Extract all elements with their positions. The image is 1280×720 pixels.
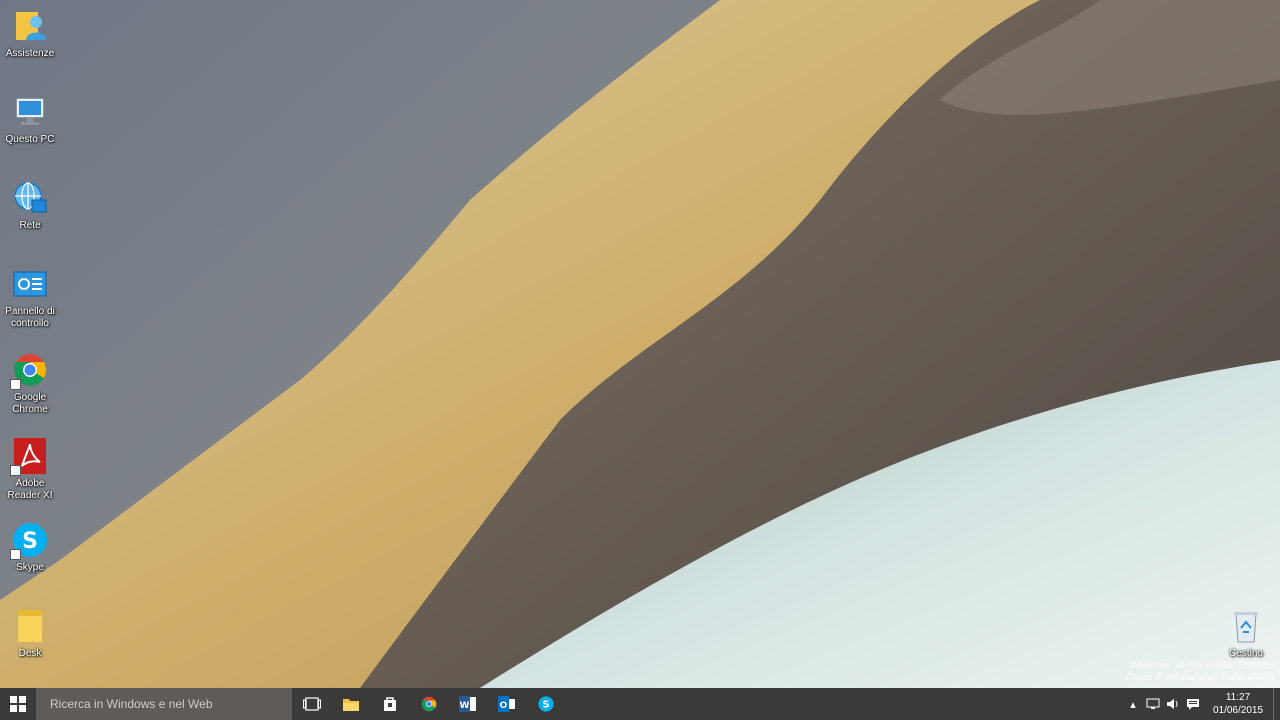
desktop-icon-questo-pc[interactable]: Questo PC bbox=[2, 88, 58, 146]
desktop-icon-google-chrome[interactable]: Google Chrome bbox=[2, 346, 58, 416]
desktop-icon-label: Adobe Reader XI bbox=[7, 478, 53, 501]
svg-text:O: O bbox=[499, 701, 507, 711]
skype-icon: S bbox=[537, 696, 554, 712]
desktop-icon-pannello-di-controllo[interactable]: Pannello di controllo bbox=[2, 260, 58, 330]
desktop-icon-label: Rete bbox=[19, 220, 41, 231]
folder-icon bbox=[10, 606, 50, 646]
skype-icon: S bbox=[10, 520, 50, 560]
search-input[interactable] bbox=[48, 696, 292, 712]
word-icon: W bbox=[458, 696, 476, 712]
recycle-bin-icon bbox=[1226, 606, 1266, 646]
speaker-icon bbox=[1167, 699, 1178, 709]
computer-icon bbox=[10, 92, 50, 132]
adobe-reader-icon bbox=[10, 436, 50, 476]
chrome-icon bbox=[421, 696, 436, 712]
chrome-button[interactable] bbox=[409, 688, 448, 720]
taskbar: W O S ▴ bbox=[0, 688, 1280, 720]
start-button[interactable] bbox=[0, 688, 36, 720]
svg-text:S: S bbox=[542, 700, 549, 711]
action-center-icon bbox=[1187, 699, 1199, 710]
watermark-line-2: Copia di valutazione. Build 10074 bbox=[1125, 672, 1274, 683]
clock[interactable]: 11:27 01/06/2015 bbox=[1207, 691, 1269, 717]
desktop-icon-label: Assistenze bbox=[5, 48, 55, 59]
desktop-icon-skype[interactable]: S Skype bbox=[2, 516, 58, 574]
network-status-icon bbox=[1146, 698, 1160, 709]
chevron-up-icon: ▴ bbox=[1130, 697, 1136, 711]
desktop-icon-label: Cestino bbox=[1229, 648, 1263, 659]
word-button[interactable]: W bbox=[448, 688, 487, 720]
svg-text:W: W bbox=[459, 701, 469, 711]
user-folder-icon bbox=[10, 6, 50, 46]
shortcut-arrow-icon bbox=[10, 549, 21, 560]
volume-tray-button[interactable] bbox=[1163, 688, 1183, 720]
task-view-button[interactable] bbox=[292, 688, 331, 720]
build-watermark: Windows 10 Pro Insider Preview Copia di … bbox=[1126, 660, 1274, 684]
store-button[interactable] bbox=[370, 688, 409, 720]
store-icon bbox=[383, 697, 396, 711]
clock-time: 11:27 bbox=[1225, 692, 1251, 703]
control-panel-icon bbox=[10, 264, 50, 304]
desktop-icon-rete[interactable]: Rete bbox=[2, 174, 58, 232]
desktop-icon-adobe-reader-xi[interactable]: Adobe Reader XI bbox=[2, 432, 58, 502]
desktop-icon-desk[interactable]: Desk bbox=[2, 602, 58, 660]
desktop-icon-assistenze[interactable]: Assistenze bbox=[2, 2, 58, 60]
outlook-icon: O bbox=[497, 696, 515, 712]
windows-logo-icon bbox=[10, 696, 26, 712]
svg-text:S: S bbox=[22, 529, 38, 554]
show-hidden-icons-button[interactable]: ▴ bbox=[1123, 688, 1143, 720]
desktop[interactable]: Assistenze Questo PC Rete Pannello di co… bbox=[0, 0, 1280, 688]
desktop-icon-label: Google Chrome bbox=[12, 392, 48, 415]
system-tray: ▴ 11:27 01/06/2015 bbox=[1123, 688, 1280, 720]
desktop-icon-label: Pannello di controllo bbox=[5, 306, 55, 329]
skype-button[interactable]: S bbox=[526, 688, 565, 720]
clock-date: 01/06/2015 bbox=[1212, 705, 1264, 716]
desktop-icon-label: Desk bbox=[18, 648, 42, 659]
desktop-icon-cestino[interactable]: Cestino bbox=[1218, 602, 1274, 660]
network-tray-button[interactable] bbox=[1143, 688, 1163, 720]
shortcut-arrow-icon bbox=[10, 379, 21, 390]
chrome-icon bbox=[10, 350, 50, 390]
network-icon bbox=[10, 178, 50, 218]
search-box[interactable] bbox=[36, 688, 292, 720]
wallpaper bbox=[0, 0, 1280, 688]
shortcut-arrow-icon bbox=[10, 465, 21, 476]
show-desktop-button[interactable] bbox=[1273, 688, 1280, 720]
notifications-tray-button[interactable] bbox=[1183, 688, 1203, 720]
watermark-line-1: Windows 10 Pro Insider Preview bbox=[1130, 660, 1274, 671]
desktop-icon-label: Skype bbox=[16, 562, 44, 573]
folder-icon bbox=[342, 699, 359, 711]
outlook-button[interactable]: O bbox=[487, 688, 526, 720]
desktop-icon-label: Questo PC bbox=[5, 134, 55, 145]
file-explorer-button[interactable] bbox=[331, 688, 370, 720]
task-view-icon bbox=[302, 697, 321, 711]
